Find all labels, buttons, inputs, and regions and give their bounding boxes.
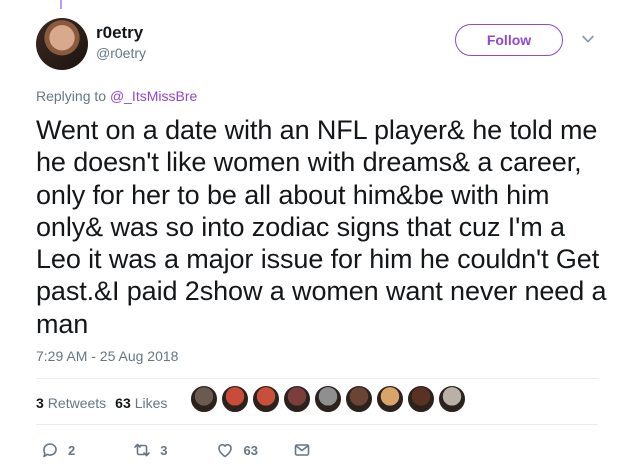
reply-context-prefix: Replying to — [36, 88, 107, 104]
tweet-text: Went on a date with an NFL player& he to… — [36, 115, 607, 339]
divider — [36, 424, 598, 425]
reply-mention-link[interactable]: @_ItsMissBre — [110, 88, 197, 104]
liker-avatar[interactable] — [438, 385, 466, 413]
reply-count: 2 — [68, 442, 76, 458]
display-name[interactable]: r0etry — [96, 23, 143, 43]
thread-connector-line — [60, 0, 62, 9]
heart-icon — [218, 444, 233, 458]
tweet-stats: 3 Retweets 63 Likes — [36, 395, 167, 411]
liker-avatar[interactable] — [190, 385, 218, 413]
user-handle[interactable]: @r0etry — [96, 45, 146, 61]
divider — [36, 378, 598, 379]
avatar[interactable] — [36, 18, 88, 70]
likers-avatars — [190, 385, 469, 413]
retweets-stat[interactable]: 3 Retweets — [36, 395, 106, 411]
liker-avatar[interactable] — [345, 385, 373, 413]
reply-button[interactable]: 2 — [40, 440, 75, 460]
follow-button[interactable]: Follow — [455, 24, 563, 56]
liker-avatar[interactable] — [283, 385, 311, 413]
like-button[interactable]: 63 — [215, 440, 258, 460]
tweet-actions: 2 3 63 — [36, 440, 312, 460]
direct-message-button[interactable] — [292, 440, 312, 460]
liker-avatar[interactable] — [407, 385, 435, 413]
liker-avatar[interactable] — [221, 385, 249, 413]
retweets-count: 3 — [36, 395, 44, 411]
liker-avatar[interactable] — [314, 385, 342, 413]
retweet-icon — [134, 443, 151, 457]
reply-context: Replying to @_ItsMissBre — [36, 88, 197, 104]
retweet-count: 3 — [160, 442, 168, 458]
tweet-timestamp[interactable]: 7:29 AM - 25 Aug 2018 — [36, 348, 178, 364]
liker-avatar[interactable] — [376, 385, 404, 413]
likes-stat[interactable]: 63 Likes — [115, 395, 167, 411]
envelope-icon — [294, 444, 310, 456]
retweets-label: Retweets — [47, 395, 107, 411]
like-count: 63 — [243, 442, 258, 458]
likes-count: 63 — [115, 395, 131, 411]
retweet-button[interactable]: 3 — [132, 440, 167, 460]
chevron-down-icon[interactable] — [580, 31, 596, 47]
liker-avatar[interactable] — [252, 385, 280, 413]
reply-icon — [43, 443, 57, 458]
likes-label: Likes — [134, 395, 168, 411]
